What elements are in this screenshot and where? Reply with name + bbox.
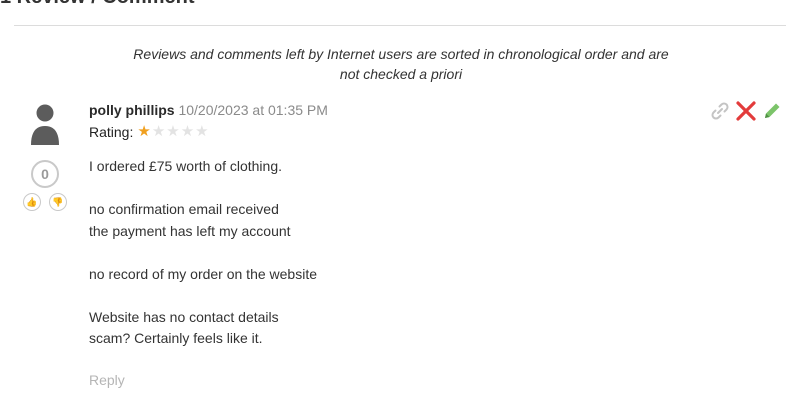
review-score: 0 (31, 160, 59, 188)
rating-label: Rating: (89, 124, 134, 140)
review-actions (709, 100, 783, 122)
thumbs-down-icon[interactable]: 👎 (49, 193, 67, 211)
review-blank-line (89, 285, 317, 307)
notice-line-1: Reviews and comments left by Internet us… (133, 46, 669, 62)
review-body: I ordered £75 worth of clothing. no confi… (89, 156, 317, 350)
star-icon: ★ (166, 123, 180, 140)
star-icon: ★ (180, 123, 195, 140)
moderation-notice: Reviews and comments left by Internet us… (100, 44, 702, 84)
review-text-line: I ordered £75 worth of clothing. (89, 158, 283, 174)
edit-icon[interactable] (761, 100, 783, 122)
review-header: polly phillips 10/20/2023 at 01:35 PM (89, 102, 328, 118)
star-icon: ★ (151, 123, 166, 140)
reply-link[interactable]: Reply (89, 372, 125, 388)
review-text-line: no confirmation email received (89, 201, 279, 217)
review-date: 10/20/2023 at 01:35 PM (178, 102, 328, 118)
review-text-line: scam? Certainly feels like it. (89, 330, 263, 346)
review-text-line: Website has no contact details (89, 308, 279, 325)
review-author[interactable]: polly phillips (89, 102, 175, 118)
section-title: 1 Review / Comment (0, 0, 195, 9)
delete-icon[interactable] (735, 100, 757, 122)
divider (14, 25, 786, 26)
review-text-line: no record of my order on the website (89, 265, 318, 282)
review-text-line: the payment has left my account (89, 222, 291, 239)
review-blank-line (89, 242, 317, 264)
review-blank-line (89, 178, 317, 200)
review-rating: Rating: ★ ★ ★ ★ ★ (89, 124, 210, 141)
notice-line-2: not checked a priori (339, 66, 463, 82)
star-icon: ★ (195, 123, 209, 140)
star-icon: ★ (137, 123, 151, 140)
avatar-icon (31, 104, 59, 145)
link-icon[interactable] (709, 100, 731, 122)
thumbs-up-icon[interactable]: 👍 (23, 193, 41, 211)
rating-stars: ★ ★ ★ ★ ★ (137, 124, 209, 140)
